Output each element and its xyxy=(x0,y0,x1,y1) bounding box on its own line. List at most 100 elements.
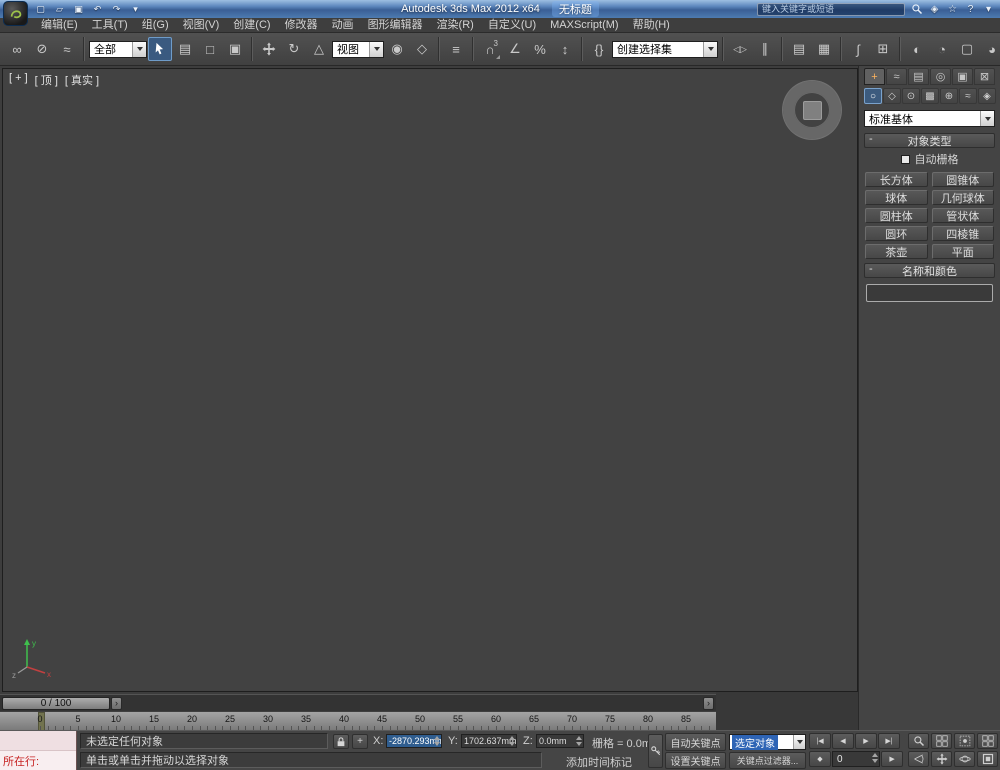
help-dropdown-icon[interactable]: ▾ xyxy=(982,4,995,15)
object-category-dropdown[interactable]: 标准基体 xyxy=(864,110,995,127)
menu-rendering[interactable]: 渲染(R) xyxy=(430,18,481,33)
maximize-viewport-toggle-icon[interactable] xyxy=(977,751,998,767)
window-crossing-button[interactable]: ▣ xyxy=(223,37,247,61)
dropdown-arrow-icon[interactable] xyxy=(703,41,717,57)
current-frame-field[interactable]: 0 xyxy=(832,751,880,767)
workspace-dropdown-icon[interactable]: ▾ xyxy=(128,2,143,16)
button-box[interactable]: 长方体 xyxy=(865,172,928,187)
keyboard-shortcut-override-button[interactable]: ≡ xyxy=(444,37,468,61)
zoom-all-icon[interactable] xyxy=(931,733,952,749)
subtab-geometry[interactable]: ○ xyxy=(864,88,882,104)
graphite-ribbon-button[interactable]: ▦ xyxy=(812,37,836,61)
application-menu-button[interactable] xyxy=(3,1,28,26)
menu-edit[interactable]: 编辑(E) xyxy=(34,18,85,33)
pan-view-icon[interactable] xyxy=(931,751,952,767)
set-key-button[interactable]: 设置关键点 xyxy=(665,752,726,769)
reference-coordinate-dropdown[interactable]: 视图 xyxy=(332,40,384,58)
tab-utilities[interactable]: ⊠ xyxy=(974,68,995,85)
select-by-name-button[interactable]: ▤ xyxy=(173,37,197,61)
go-to-start-button[interactable]: |◀ xyxy=(809,733,831,749)
button-teapot[interactable]: 茶壶 xyxy=(865,244,928,259)
autogrid-checkbox[interactable] xyxy=(900,154,910,164)
named-selection-set-dropdown[interactable]: 创建选择集 xyxy=(612,40,718,58)
field-of-view-icon[interactable] xyxy=(908,751,929,767)
z-coordinate-field[interactable]: 0.0mm xyxy=(536,734,584,748)
viewcube-top-face[interactable] xyxy=(802,100,822,120)
next-frame-button[interactable]: ◀ xyxy=(881,751,903,767)
button-plane[interactable]: 平面 xyxy=(931,244,994,259)
viewcube[interactable] xyxy=(783,81,841,139)
dropdown-arrow-icon[interactable] xyxy=(369,41,383,57)
menu-animation[interactable]: 动画 xyxy=(325,18,361,33)
play-button[interactable]: ▶ xyxy=(855,733,877,749)
menu-modifiers[interactable]: 修改器 xyxy=(278,18,325,33)
tab-display[interactable]: ▣ xyxy=(952,68,973,85)
snap-toggle-3d-button[interactable]: ∩ 3 xyxy=(478,37,502,61)
listener-prompt-line[interactable]: 所在行: xyxy=(0,751,76,770)
layer-manager-button[interactable]: ▤ xyxy=(787,37,811,61)
subtab-systems[interactable]: ◈ xyxy=(978,88,996,104)
viewport-pov-menu[interactable]: [ 顶 ] xyxy=(35,72,58,88)
time-slider-end-icon[interactable]: › xyxy=(703,696,714,710)
align-button[interactable]: ∥ xyxy=(753,37,777,61)
spinner-icon[interactable] xyxy=(434,736,440,746)
edit-named-selection-sets-button[interactable]: {} xyxy=(587,37,611,61)
mirror-button[interactable]: ◁▷ xyxy=(728,37,752,61)
select-and-move-button[interactable] xyxy=(257,37,281,61)
object-name-field[interactable] xyxy=(866,284,993,302)
dropdown-arrow-icon[interactable] xyxy=(132,41,146,57)
subtab-shapes[interactable]: ◇ xyxy=(883,88,901,104)
viewport-shading-menu[interactable]: [ 真实 ] xyxy=(65,72,99,88)
orbit-icon[interactable] xyxy=(954,751,975,767)
use-pivot-center-button[interactable]: ◉ xyxy=(385,37,409,61)
selection-filter-dropdown[interactable]: 全部 xyxy=(89,40,147,58)
y-coordinate-field[interactable]: 1702.637mm xyxy=(461,734,517,748)
x-coordinate-field[interactable]: -2870.293mm xyxy=(386,734,442,748)
unlink-selection-button[interactable]: ⊘ xyxy=(30,37,54,61)
button-tube[interactable]: 管状体 xyxy=(931,208,994,223)
menu-create[interactable]: 创建(C) xyxy=(226,18,277,33)
dropdown-arrow-icon[interactable] xyxy=(793,735,805,749)
menu-customize[interactable]: 自定义(U) xyxy=(481,18,543,33)
add-time-tag[interactable]: 添加时间标记 xyxy=(566,754,632,770)
key-filters-button[interactable]: 关键点过滤器... xyxy=(729,752,806,769)
favorites-star-icon[interactable]: ☆ xyxy=(946,4,959,15)
button-sphere[interactable]: 球体 xyxy=(865,190,928,205)
key-selection-dropdown[interactable]: 选定对象 xyxy=(729,734,806,750)
selection-lock-button[interactable] xyxy=(333,734,349,749)
material-editor-button[interactable]: ◐ xyxy=(905,37,929,61)
rendered-frame-window-button[interactable]: ▢ xyxy=(955,37,979,61)
spinner-snap-button[interactable]: ↕ xyxy=(553,37,577,61)
curve-editor-button[interactable]: ∫ xyxy=(846,37,870,61)
communication-center-icon[interactable]: ◈ xyxy=(928,4,941,15)
menu-help[interactable]: 帮助(H) xyxy=(626,18,677,33)
rollout-name-and-color[interactable]: - 名称和颜色 xyxy=(864,263,995,278)
button-torus[interactable]: 圆环 xyxy=(865,226,928,241)
dropdown-arrow-icon[interactable] xyxy=(980,111,994,126)
absolute-offset-toggle-button[interactable]: + xyxy=(352,734,368,749)
key-mode-toggle-button[interactable]: ◆ xyxy=(809,751,831,767)
help-icon[interactable]: ? xyxy=(964,4,977,15)
button-geosphere[interactable]: 几何球体 xyxy=(931,190,994,205)
button-pyramid[interactable]: 四棱锥 xyxy=(931,226,994,241)
menu-tools[interactable]: 工具(T) xyxy=(85,18,135,33)
zoom-icon[interactable] xyxy=(908,733,929,749)
go-to-end-button[interactable]: ▶| xyxy=(878,733,900,749)
tab-motion[interactable]: ◎ xyxy=(930,68,951,85)
subtab-lights[interactable]: ⊙ xyxy=(902,88,920,104)
select-and-manipulate-button[interactable]: ◇ xyxy=(410,37,434,61)
track-bar[interactable]: 0 5 10 15 20 25 30 35 40 45 50 55 60 65 70 75 80 85 xyxy=(0,711,716,730)
render-production-button[interactable]: ◕ xyxy=(980,37,1000,61)
auto-key-button[interactable]: 自动关键点 xyxy=(665,733,726,751)
zoom-extents-icon[interactable] xyxy=(954,733,975,749)
percent-snap-button[interactable]: % xyxy=(528,37,552,61)
time-slider[interactable]: 0 / 100 xyxy=(2,696,110,710)
maxscript-mini-listener[interactable]: 所在行: xyxy=(0,731,77,770)
subtab-space-warps[interactable]: ≈ xyxy=(959,88,977,104)
menu-group[interactable]: 组(G) xyxy=(135,18,176,33)
listener-macro-line[interactable] xyxy=(0,731,76,751)
set-keys-button[interactable] xyxy=(648,734,663,768)
schematic-view-button[interactable]: ⊞ xyxy=(871,37,895,61)
menu-graph-editors[interactable]: 图形编辑器 xyxy=(361,18,430,33)
viewport-general-menu[interactable]: [ + ] xyxy=(9,72,28,88)
